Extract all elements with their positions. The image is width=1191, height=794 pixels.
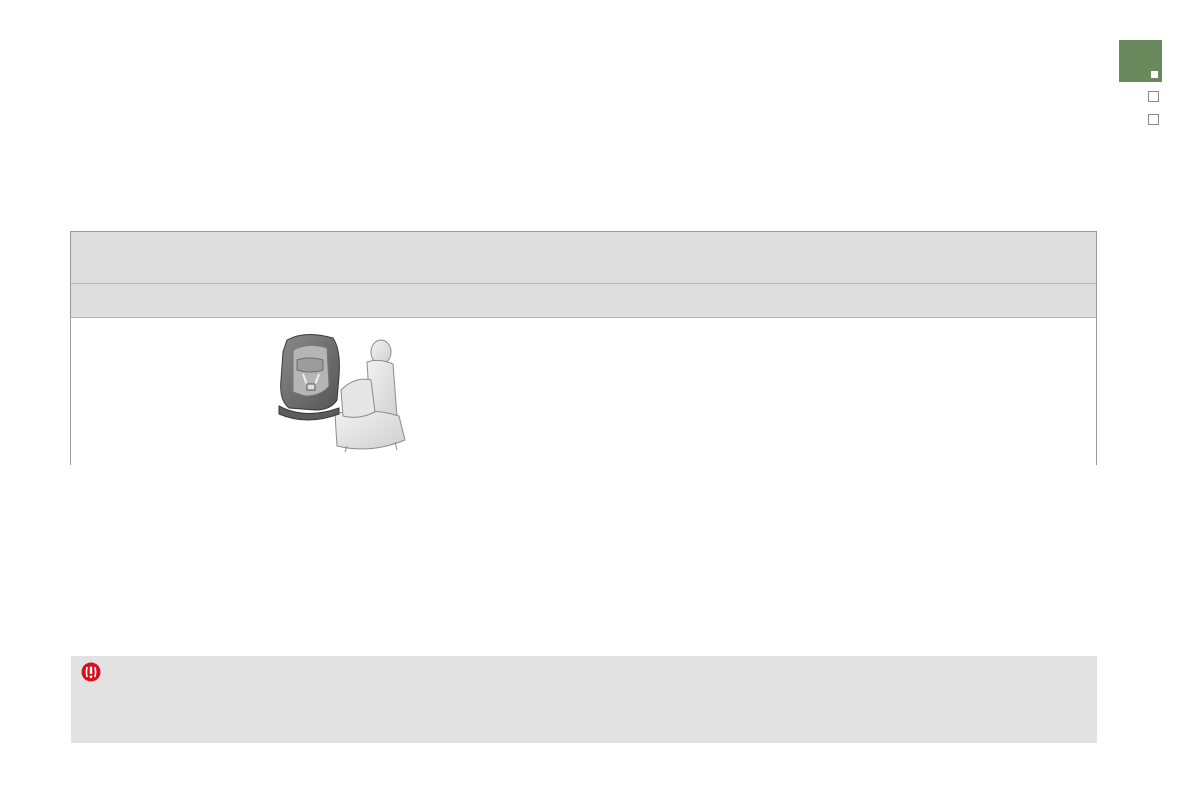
table-header-row — [71, 232, 1096, 284]
section-tab-active[interactable] — [1119, 40, 1162, 82]
section-tab-3[interactable] — [1148, 114, 1159, 125]
table-subheader-row — [71, 284, 1096, 318]
warning-box — [71, 656, 1097, 743]
child-seat-illustration — [278, 334, 406, 453]
section-tab-marker — [1151, 71, 1158, 78]
section-tab-2[interactable] — [1148, 91, 1159, 102]
table-body-row — [71, 318, 1096, 465]
vehicle-seat — [334, 339, 406, 453]
child-seat — [278, 334, 340, 421]
section-tabs — [1119, 40, 1162, 125]
child-seat-table — [70, 231, 1097, 465]
warning-exclamation-icon — [81, 662, 101, 682]
